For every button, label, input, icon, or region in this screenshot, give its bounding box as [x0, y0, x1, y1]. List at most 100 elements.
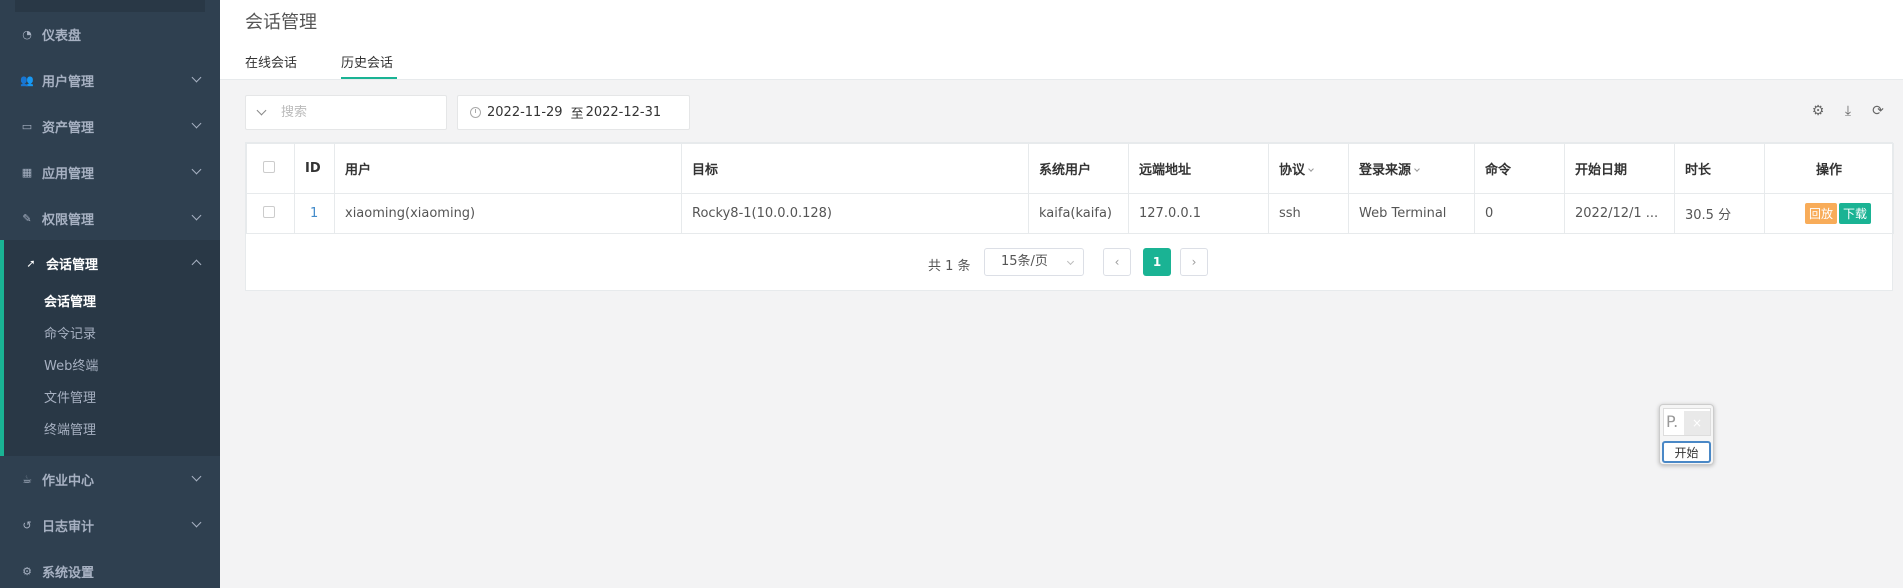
sidebar-item-label: 系统设置: [42, 565, 95, 581]
sidebar: ◔ 仪表盘 👥 用户管理 ▭ 资产管理 ▦ 应用管理 ✎ 权限管理 ➚ 会话管理…: [0, 0, 220, 588]
cell-start-date: 2022/12/1 ...: [1564, 193, 1675, 234]
tab-online-sessions[interactable]: 在线会话: [245, 52, 297, 71]
chevron-left-icon: ‹: [1114, 255, 1120, 269]
page-number-current[interactable]: 1: [1143, 248, 1171, 276]
users-icon: 👥: [20, 73, 34, 87]
page-size-select[interactable]: 15条/页: [984, 248, 1084, 276]
close-icon[interactable]: ×: [1684, 411, 1710, 435]
sidebar-item-audits[interactable]: ↺ 日志审计: [0, 502, 220, 548]
coffee-icon: ☕: [22, 472, 32, 486]
column-header-label: 协议: [1279, 163, 1306, 178]
cell-remote-address: 127.0.0.1: [1128, 193, 1269, 234]
page-header: 会话管理 在线会话 历史会话: [220, 0, 1903, 80]
subnav-item-file-management[interactable]: 文件管理: [44, 387, 96, 406]
column-header-target: 目标: [681, 143, 1029, 194]
chevron-down-icon: [191, 210, 202, 221]
column-header-system-user: 系统用户: [1028, 143, 1129, 194]
chevron-down-icon: [191, 517, 202, 528]
chevron-down-icon: [1066, 257, 1075, 266]
filter-caret-icon: [1414, 166, 1420, 172]
edit-icon: ✎: [22, 211, 32, 225]
date-range-picker[interactable]: 2022-11-29 至 2022-12-31: [457, 95, 690, 130]
prev-page-button[interactable]: ‹: [1103, 248, 1131, 276]
sidebar-item-label: 用户管理: [42, 74, 95, 90]
cell-protocol: ssh: [1268, 193, 1349, 234]
search-input[interactable]: [281, 105, 431, 120]
date-end[interactable]: 2022-12-31: [586, 105, 662, 120]
sidebar-item-jobs[interactable]: ☕ 作业中心: [0, 456, 220, 502]
pagination: 共 1 条 15条/页 ‹ 1 ›: [246, 248, 1894, 278]
sidebar-item-permissions[interactable]: ✎ 权限管理: [0, 195, 220, 241]
row-checkbox[interactable]: [263, 205, 275, 218]
cell-id[interactable]: 1: [294, 193, 335, 234]
select-all-checkbox[interactable]: [263, 160, 275, 173]
column-header-login-from[interactable]: 登录来源: [1348, 143, 1475, 194]
refresh-icon[interactable]: ⟳: [1869, 102, 1887, 120]
sidebar-item-settings[interactable]: ⚙ 系统设置: [0, 548, 220, 588]
column-header-commands: 命令: [1474, 143, 1565, 194]
next-page-button[interactable]: ›: [1180, 248, 1208, 276]
settings-icon[interactable]: ⚙: [1809, 102, 1827, 120]
subnav-item-session-management[interactable]: 会话管理: [44, 291, 96, 310]
sidebar-item-assets[interactable]: ▭ 资产管理: [0, 103, 220, 149]
chevron-down-icon[interactable]: [256, 105, 267, 116]
pagination-total: 共 1 条: [928, 259, 971, 274]
tab-history-sessions[interactable]: 历史会话: [341, 52, 393, 71]
replay-button[interactable]: 回放: [1805, 203, 1838, 224]
table-tools: ⚙ ⤓ ⟳: [1809, 102, 1887, 120]
row-select-cell: [246, 193, 295, 234]
column-header-protocol[interactable]: 协议: [1268, 143, 1349, 194]
download-button[interactable]: 下载: [1839, 203, 1872, 224]
select-all-cell: [246, 143, 295, 194]
sidebar-item-label: 权限管理: [42, 212, 95, 228]
table-row: 1 xiaoming(xiaoming) Rocky8-1(10.0.0.128…: [246, 193, 1894, 234]
table-header-row: ID 用户 目标 系统用户 远端地址 协议 登录来源 命令 开始日期 时长 操作: [246, 143, 1894, 194]
sessions-table: ID 用户 目标 系统用户 远端地址 协议 登录来源 命令 开始日期 时长 操作…: [246, 143, 1894, 234]
column-header-label: 登录来源: [1359, 163, 1412, 178]
download-icon[interactable]: ⤓: [1839, 102, 1857, 120]
chevron-down-icon: [191, 164, 202, 175]
page-title: 会话管理: [245, 12, 317, 33]
sidebar-item-sessions[interactable]: ➚ 会话管理: [0, 240, 220, 286]
floating-start-widget: P. × 开始: [1659, 404, 1714, 465]
date-start[interactable]: 2022-11-29: [487, 105, 563, 120]
active-tab-indicator: [341, 77, 397, 79]
column-header-id: ID: [294, 143, 335, 194]
search-box: [245, 95, 447, 130]
page-size-value: 15条/页: [1001, 254, 1048, 269]
dashboard-icon: ◔: [22, 27, 32, 41]
chevron-up-icon: [191, 259, 202, 270]
column-header-user: 用户: [334, 143, 682, 194]
sessions-table-panel: ID 用户 目标 系统用户 远端地址 协议 登录来源 命令 开始日期 时长 操作…: [245, 142, 1894, 291]
sidebar-item-label: 应用管理: [42, 166, 95, 182]
cell-commands: 0: [1474, 193, 1565, 234]
filter-caret-icon: [1308, 166, 1314, 172]
sidebar-item-users[interactable]: 👥 用户管理: [0, 57, 220, 103]
sidebar-item-label: 作业中心: [42, 473, 95, 489]
inbox-icon: ▭: [21, 119, 33, 133]
sessions-submenu: 会话管理 命令记录 Web终端 文件管理 终端管理: [0, 284, 220, 456]
subnav-item-web-terminal[interactable]: Web终端: [44, 355, 98, 374]
subnav-item-terminal-management[interactable]: 终端管理: [44, 419, 96, 438]
sidebar-item-label: 日志审计: [42, 519, 95, 535]
cell-user: xiaoming(xiaoming): [334, 193, 682, 234]
chevron-down-icon: [191, 72, 202, 83]
cell-duration: 30.5 分: [1674, 193, 1765, 234]
th-icon: ▦: [21, 165, 33, 179]
sidebar-item-applications[interactable]: ▦ 应用管理: [0, 149, 220, 195]
column-header-start-date: 开始日期: [1564, 143, 1675, 194]
subnav-item-command-records[interactable]: 命令记录: [44, 323, 96, 342]
gears-icon: ⚙: [22, 564, 32, 578]
sidebar-item-dashboard[interactable]: ◔ 仪表盘: [0, 11, 220, 57]
cell-login-from: Web Terminal: [1348, 193, 1475, 234]
start-button[interactable]: 开始: [1662, 441, 1711, 463]
history-icon: ↺: [22, 518, 32, 532]
rocket-icon: ➚: [26, 256, 36, 270]
chevron-down-icon: [191, 471, 202, 482]
sidebar-item-label: 会话管理: [46, 257, 99, 273]
column-header-duration: 时长: [1674, 143, 1765, 194]
clock-icon: [470, 107, 481, 118]
cell-target: Rocky8-1(10.0.0.128): [681, 193, 1029, 234]
sidebar-item-label: 资产管理: [42, 120, 95, 136]
column-header-actions: 操作: [1764, 143, 1894, 194]
